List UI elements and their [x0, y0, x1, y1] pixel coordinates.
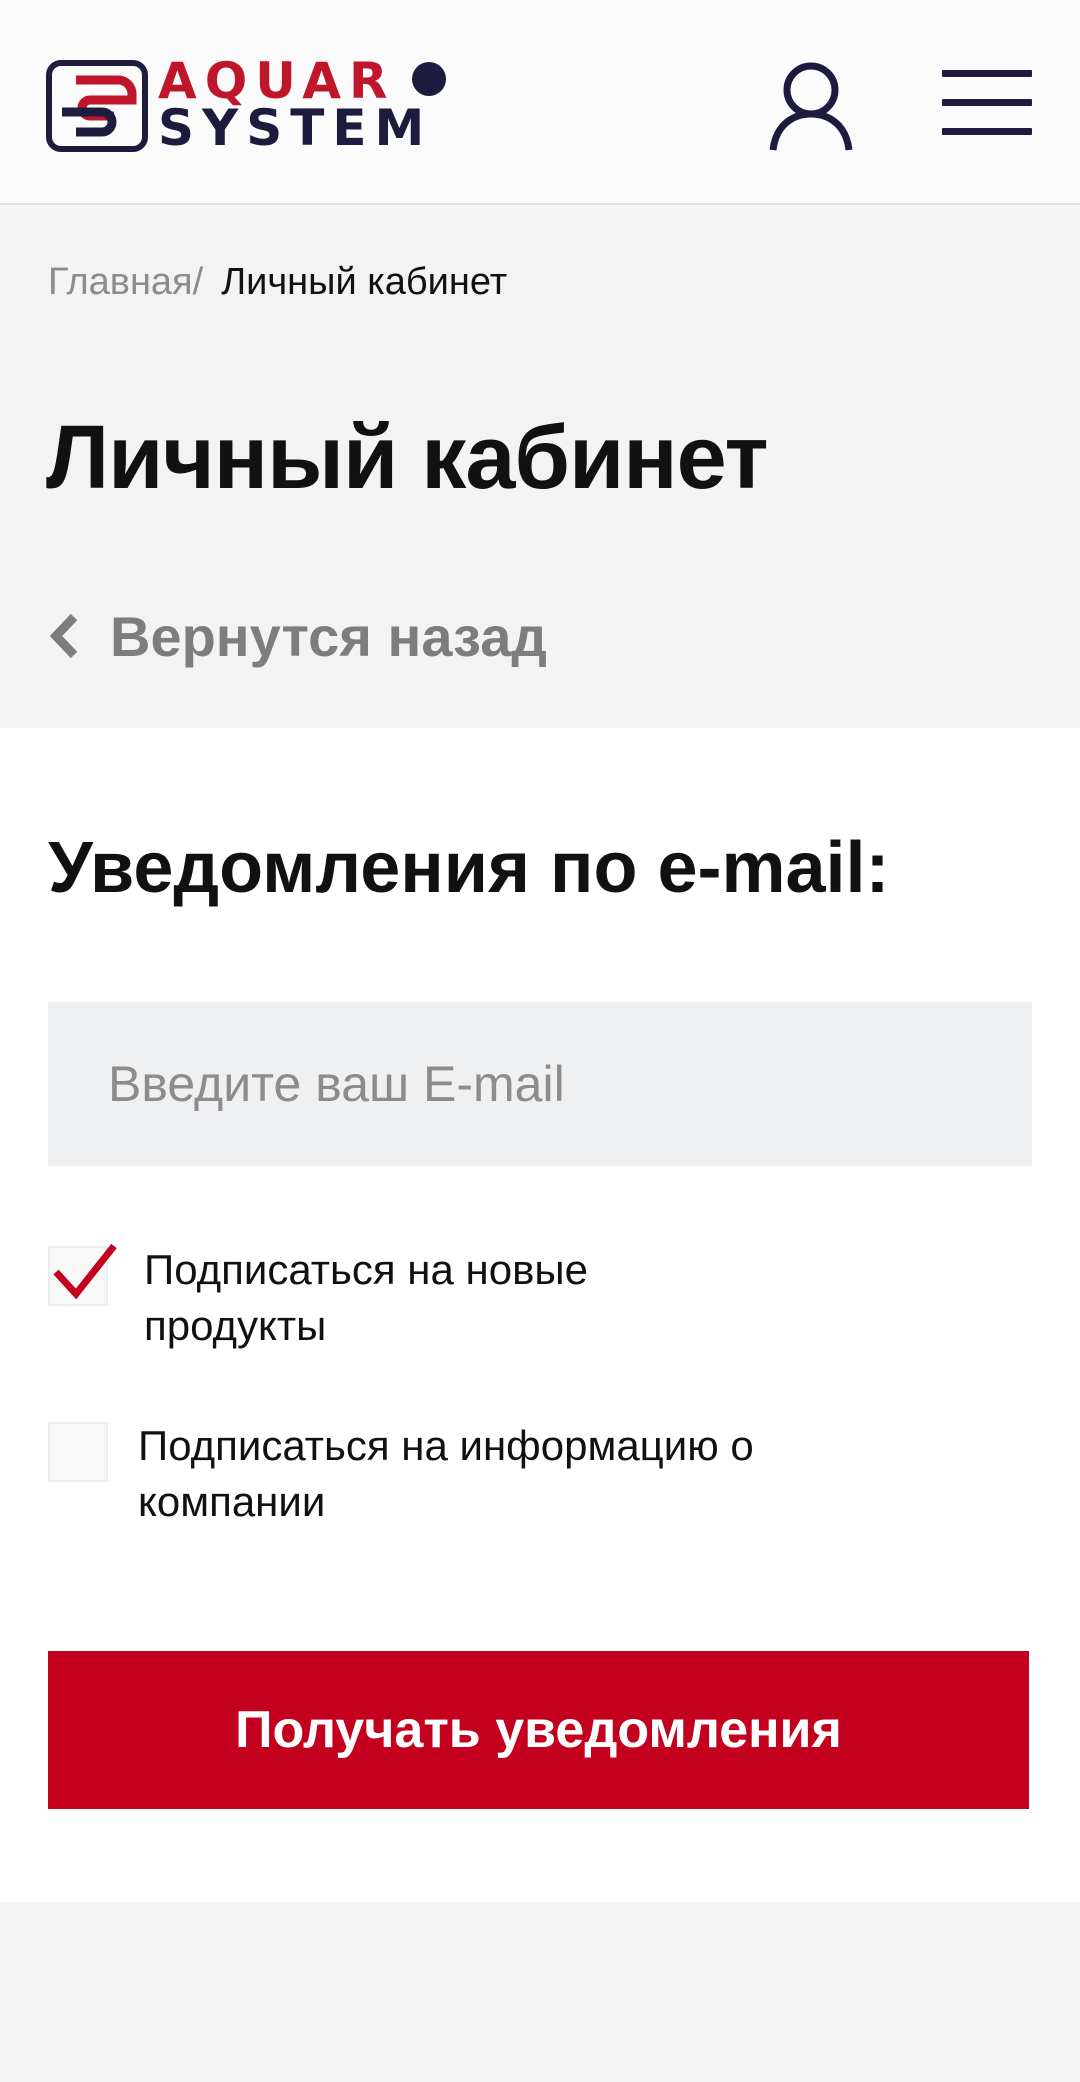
hamburger-menu-icon[interactable] [942, 70, 1032, 136]
breadcrumb-home-link[interactable]: Главная [48, 261, 193, 303]
checkbox-box[interactable] [48, 1422, 108, 1482]
checkbox-label-line: Подписаться на новые [144, 1246, 588, 1293]
checkbox-label-line: компании [138, 1478, 326, 1525]
breadcrumb-current: Личный кабинет [221, 261, 508, 303]
checkbox-label: Подписаться на новые продукты [144, 1242, 588, 1354]
checkmark-icon [53, 1243, 117, 1300]
breadcrumb: Главная/ Личный кабинет [48, 262, 507, 302]
checkbox-label-line: Подписаться на информацию о [138, 1422, 754, 1469]
checkbox-label: Подписаться на информацию о компании [138, 1418, 754, 1530]
subscribe-button[interactable]: Получать уведомления [48, 1651, 1029, 1809]
menu-bar [942, 70, 1032, 77]
breadcrumb-separator: / [192, 261, 204, 303]
site-header: AQUAR SYSTEM [0, 0, 1080, 205]
email-field[interactable] [48, 1002, 1032, 1166]
menu-bar [942, 128, 1032, 135]
page-title: Личный кабинет [46, 408, 769, 508]
checkbox-box[interactable] [48, 1243, 117, 1306]
logo-dot [412, 62, 446, 96]
back-link[interactable]: Вернутся назад [48, 598, 547, 674]
back-link-label: Вернутся назад [110, 604, 547, 668]
logo-text-bottom: SYSTEM [158, 99, 433, 157]
notifications-panel: Уведомления по e-mail: Подписаться на но… [0, 728, 1080, 1902]
logo-badge-icon [46, 60, 148, 152]
section-title: Уведомления по e-mail: [48, 828, 890, 908]
chevron-left-icon [49, 613, 78, 659]
logo[interactable]: AQUAR SYSTEM [46, 56, 456, 157]
menu-bar [942, 99, 1032, 106]
user-icon[interactable] [768, 60, 854, 152]
checkbox-label-line: продукты [144, 1302, 327, 1349]
